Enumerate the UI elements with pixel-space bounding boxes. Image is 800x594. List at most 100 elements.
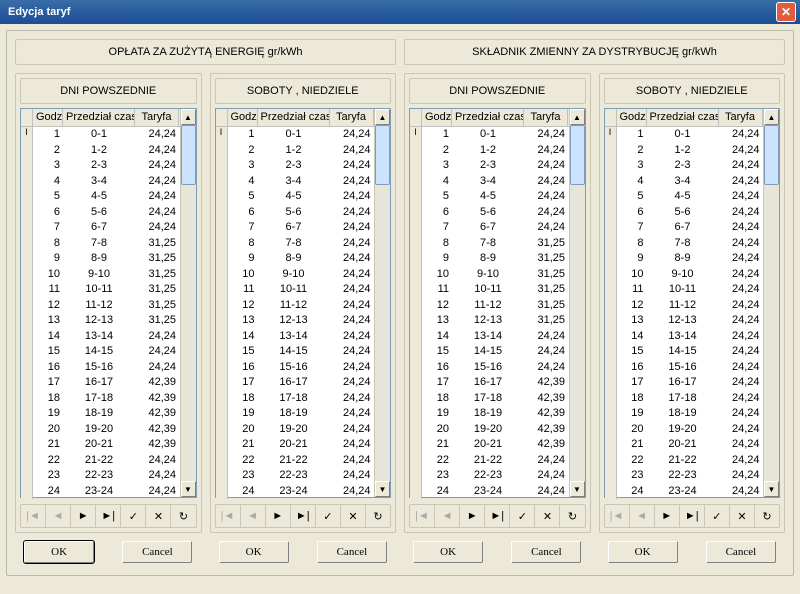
table-row[interactable]: 1514-1524,24 <box>410 344 569 360</box>
col-header-godz[interactable]: Godz <box>228 109 258 126</box>
cell-taryfa[interactable]: 24,24 <box>719 282 763 298</box>
cell-godz[interactable]: 18 <box>422 391 452 407</box>
cell-godz[interactable]: 11 <box>422 282 452 298</box>
col-header-godz[interactable]: Godz <box>617 109 647 126</box>
scroll-down-icon[interactable]: ▼ <box>570 481 585 497</box>
table-row[interactable]: 65-624,24 <box>410 205 569 221</box>
nav-post-icon[interactable]: ✓ <box>121 505 146 527</box>
cancel-button[interactable]: Cancel <box>122 541 192 563</box>
cell-przedzial[interactable]: 8-9 <box>63 251 135 267</box>
cell-przedzial[interactable]: 17-18 <box>452 391 524 407</box>
table-row[interactable]: 65-624,24 <box>216 205 375 221</box>
cancel-button[interactable]: Cancel <box>706 541 776 563</box>
cell-godz[interactable]: 23 <box>422 468 452 484</box>
cell-przedzial[interactable]: 8-9 <box>452 251 524 267</box>
grid[interactable]: GodzPrzedział czasuTaryfaI10-124,2421-22… <box>604 108 781 498</box>
table-row[interactable]: 1211-1224,24 <box>216 298 375 314</box>
cell-godz[interactable]: 24 <box>33 484 63 500</box>
nav-last-icon[interactable]: ►| <box>291 505 316 527</box>
cell-godz[interactable]: 10 <box>617 267 647 283</box>
cell-taryfa[interactable]: 24,24 <box>524 174 568 190</box>
table-row[interactable]: 2221-2224,24 <box>605 453 764 469</box>
cell-taryfa[interactable]: 42,39 <box>135 375 179 391</box>
cell-godz[interactable]: 23 <box>33 468 63 484</box>
scroll-track[interactable] <box>570 125 585 481</box>
cell-przedzial[interactable]: 14-15 <box>258 344 330 360</box>
cell-taryfa[interactable]: 42,39 <box>524 422 568 438</box>
table-row[interactable]: 98-924,24 <box>605 251 764 267</box>
table-row[interactable]: 1615-1624,24 <box>216 360 375 376</box>
table-row[interactable]: 1312-1324,24 <box>605 313 764 329</box>
cell-przedzial[interactable]: 22-23 <box>647 468 719 484</box>
cell-przedzial[interactable]: 2-3 <box>258 158 330 174</box>
table-row[interactable]: 98-931,25 <box>21 251 180 267</box>
cell-taryfa[interactable]: 31,25 <box>524 267 568 283</box>
cell-godz[interactable]: 23 <box>228 468 258 484</box>
cell-taryfa[interactable]: 24,24 <box>719 468 763 484</box>
table-row[interactable]: 32-324,24 <box>216 158 375 174</box>
cell-przedzial[interactable]: 14-15 <box>452 344 524 360</box>
nav-prev-icon[interactable]: ◄ <box>46 505 71 527</box>
table-row[interactable]: 98-931,25 <box>410 251 569 267</box>
scroll-thumb[interactable] <box>375 125 390 185</box>
cell-godz[interactable]: 7 <box>422 220 452 236</box>
cell-godz[interactable]: 16 <box>617 360 647 376</box>
cell-taryfa[interactable]: 24,24 <box>330 344 374 360</box>
table-row[interactable]: 2221-2224,24 <box>21 453 180 469</box>
cell-taryfa[interactable]: 42,39 <box>524 406 568 422</box>
nav-next-icon[interactable]: ► <box>655 505 680 527</box>
close-icon[interactable]: ✕ <box>776 2 796 22</box>
cell-taryfa[interactable]: 31,25 <box>135 313 179 329</box>
cell-przedzial[interactable]: 13-14 <box>647 329 719 345</box>
cell-taryfa[interactable]: 24,24 <box>719 267 763 283</box>
cell-przedzial[interactable]: 15-16 <box>452 360 524 376</box>
table-row[interactable]: 43-424,24 <box>216 174 375 190</box>
cell-godz[interactable]: 3 <box>617 158 647 174</box>
table-row[interactable]: 109-1024,24 <box>216 267 375 283</box>
table-row[interactable]: 43-424,24 <box>605 174 764 190</box>
table-row[interactable]: 1514-1524,24 <box>605 344 764 360</box>
cell-taryfa[interactable]: 24,24 <box>524 158 568 174</box>
nav-cancel-icon[interactable]: ✕ <box>146 505 171 527</box>
cell-godz[interactable]: 7 <box>33 220 63 236</box>
cell-taryfa[interactable]: 31,25 <box>135 236 179 252</box>
cell-godz[interactable]: 2 <box>228 143 258 159</box>
cell-godz[interactable]: 11 <box>228 282 258 298</box>
cell-przedzial[interactable]: 12-13 <box>63 313 135 329</box>
cell-przedzial[interactable]: 4-5 <box>258 189 330 205</box>
cell-przedzial[interactable]: 6-7 <box>258 220 330 236</box>
cell-taryfa[interactable]: 24,24 <box>719 406 763 422</box>
cell-taryfa[interactable]: 24,24 <box>135 344 179 360</box>
cell-taryfa[interactable]: 24,24 <box>330 251 374 267</box>
cell-taryfa[interactable]: 24,24 <box>135 189 179 205</box>
cell-przedzial[interactable]: 11-12 <box>63 298 135 314</box>
cell-taryfa[interactable]: 24,24 <box>135 453 179 469</box>
cell-godz[interactable]: 6 <box>422 205 452 221</box>
cell-godz[interactable]: 13 <box>617 313 647 329</box>
cell-przedzial[interactable]: 12-13 <box>258 313 330 329</box>
table-row[interactable]: 65-624,24 <box>21 205 180 221</box>
cell-przedzial[interactable]: 7-8 <box>452 236 524 252</box>
cell-przedzial[interactable]: 10-11 <box>647 282 719 298</box>
cell-taryfa[interactable]: 24,24 <box>719 344 763 360</box>
cell-godz[interactable]: 8 <box>228 236 258 252</box>
cell-przedzial[interactable]: 21-22 <box>63 453 135 469</box>
nav-refresh-icon[interactable]: ↻ <box>755 505 779 527</box>
cell-godz[interactable]: 22 <box>617 453 647 469</box>
cell-godz[interactable]: 14 <box>617 329 647 345</box>
cell-przedzial[interactable]: 7-8 <box>258 236 330 252</box>
cell-godz[interactable]: 9 <box>617 251 647 267</box>
cell-taryfa[interactable]: 31,25 <box>524 313 568 329</box>
cell-godz[interactable]: 21 <box>228 437 258 453</box>
cell-przedzial[interactable]: 3-4 <box>647 174 719 190</box>
cell-godz[interactable]: 20 <box>617 422 647 438</box>
nav-first-icon[interactable]: |◄ <box>216 505 241 527</box>
nav-refresh-icon[interactable]: ↻ <box>366 505 390 527</box>
cell-taryfa[interactable]: 42,39 <box>135 422 179 438</box>
cell-taryfa[interactable]: 24,24 <box>524 360 568 376</box>
cell-przedzial[interactable]: 17-18 <box>258 391 330 407</box>
table-row[interactable]: 1817-1842,39 <box>410 391 569 407</box>
cell-godz[interactable]: 17 <box>422 375 452 391</box>
table-row[interactable]: I10-124,24 <box>410 127 569 143</box>
table-row[interactable]: 2423-2424,24 <box>605 484 764 500</box>
